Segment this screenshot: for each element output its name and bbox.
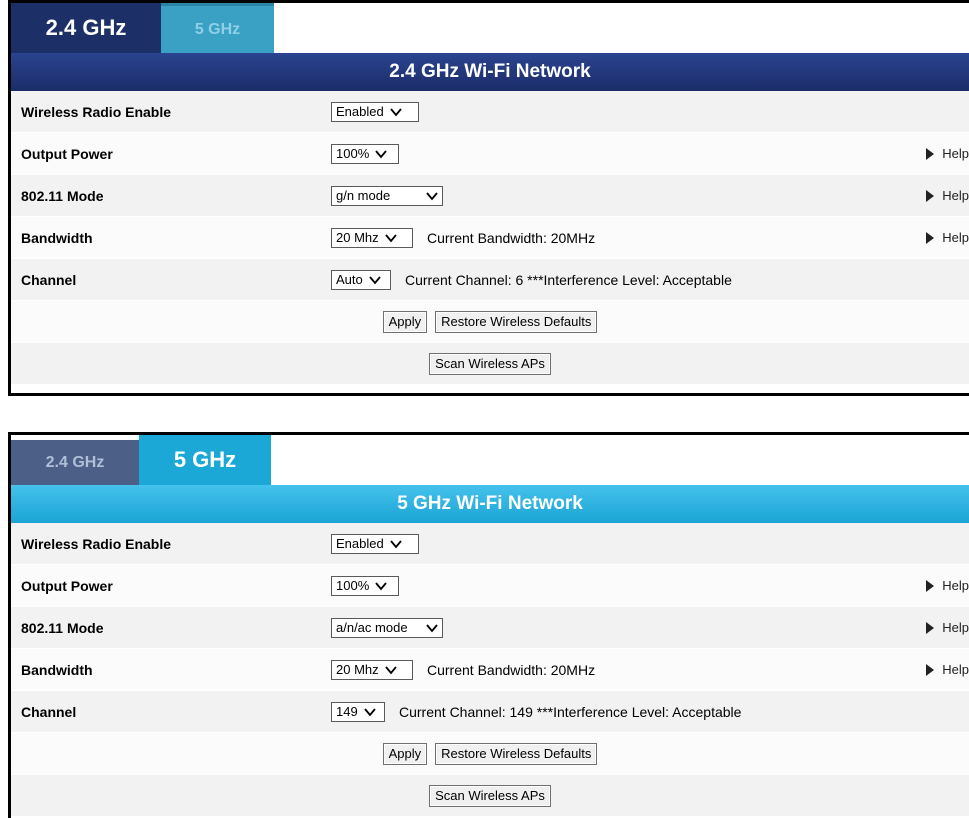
row-channel: Channel Auto Current Channel: 6 ***Inter…: [11, 259, 969, 301]
current-channel-text: Current Channel: 6 ***Interference Level…: [405, 271, 732, 288]
radio-enable-select[interactable]: Enabled: [331, 533, 419, 554]
bandwidth-select[interactable]: 20 Mhz: [331, 659, 413, 680]
output-power-value: 100%: [336, 578, 370, 593]
scan-aps-button[interactable]: Scan Wireless APs: [429, 784, 551, 807]
apply-button[interactable]: Apply: [382, 742, 428, 765]
help-link[interactable]: Help: [926, 146, 969, 161]
radio-enable-value: Enabled: [336, 104, 384, 119]
help-label: Help: [942, 620, 969, 635]
triangle-right-icon: [926, 621, 935, 634]
bandwidth-value: 20 Mhz: [336, 662, 379, 677]
bandwidth-label: Bandwidth: [21, 229, 93, 246]
channel-value: Auto: [336, 272, 363, 287]
row-actions: Apply Restore Wireless Defaults: [11, 301, 969, 343]
help-link[interactable]: Help: [926, 188, 969, 203]
triangle-right-icon: [926, 579, 935, 592]
row-scan: Scan Wireless APs: [11, 775, 969, 817]
help-link[interactable]: Help: [926, 620, 969, 635]
tab-2-4ghz[interactable]: 2.4 GHz: [11, 3, 161, 53]
channel-label: Channel: [21, 703, 77, 720]
bandwidth-label: Bandwidth: [21, 661, 93, 678]
chevron-down-icon: [384, 233, 397, 242]
row-radio-enable: Wireless Radio Enable Enabled: [11, 523, 969, 565]
chevron-down-icon: [375, 149, 387, 158]
mode-label: 802.11 Mode: [21, 187, 104, 204]
radio-enable-value: Enabled: [336, 536, 384, 551]
channel-value: 149: [336, 704, 358, 719]
chevron-down-icon: [426, 623, 438, 632]
tab-2-4ghz[interactable]: 2.4 GHz: [11, 440, 139, 485]
output-power-select[interactable]: 100%: [331, 143, 399, 164]
row-80211-mode: 802.11 Mode g/n mode Help: [11, 175, 969, 217]
row-channel: Channel 149 Current Channel: 149 ***Inte…: [11, 691, 969, 733]
output-power-label: Output Power: [21, 145, 113, 162]
help-link[interactable]: Help: [926, 578, 969, 593]
tab-5ghz[interactable]: 5 GHz: [161, 3, 274, 53]
current-bandwidth-text: Current Bandwidth: 20MHz: [427, 661, 596, 678]
row-scan: Scan Wireless APs: [11, 343, 969, 385]
triangle-right-icon: [926, 189, 935, 202]
band-tabs: 2.4 GHz 5 GHz: [11, 3, 969, 53]
output-power-select[interactable]: 100%: [331, 575, 399, 596]
chevron-down-icon: [375, 581, 387, 590]
help-label: Help: [942, 188, 969, 203]
channel-select[interactable]: Auto: [331, 269, 391, 290]
chevron-down-icon: [390, 539, 402, 548]
chevron-down-icon: [426, 191, 438, 200]
mode-value: a/n/ac mode: [336, 620, 408, 635]
channel-label: Channel: [21, 271, 77, 288]
current-channel-text: Current Channel: 149 ***Interference Lev…: [399, 703, 742, 720]
help-label: Help: [942, 230, 969, 245]
triangle-right-icon: [926, 147, 935, 160]
band-tabs: 2.4 GHz 5 GHz: [11, 435, 969, 485]
help-link[interactable]: Help: [926, 662, 969, 677]
channel-select[interactable]: 149: [331, 701, 385, 722]
chevron-down-icon: [384, 665, 397, 674]
network-header: 2.4 GHz Wi-Fi Network: [11, 53, 969, 91]
help-label: Help: [942, 146, 969, 161]
row-80211-mode: 802.11 Mode a/n/ac mode Help: [11, 607, 969, 649]
mode-select[interactable]: g/n mode: [331, 185, 443, 206]
current-bandwidth-text: Current Bandwidth: 20MHz: [427, 229, 596, 246]
output-power-label: Output Power: [21, 577, 113, 594]
chevron-down-icon: [369, 275, 381, 284]
row-output-power: Output Power 100% Help: [11, 565, 969, 607]
network-header: 5 GHz Wi-Fi Network: [11, 485, 969, 523]
chevron-down-icon: [390, 107, 402, 116]
row-actions: Apply Restore Wireless Defaults: [11, 733, 969, 775]
mode-label: 802.11 Mode: [21, 619, 104, 636]
bandwidth-value: 20 Mhz: [336, 230, 379, 245]
radio-enable-label: Wireless Radio Enable: [21, 535, 172, 552]
row-radio-enable: Wireless Radio Enable Enabled: [11, 91, 969, 133]
row-bandwidth: Bandwidth 20 Mhz Current Bandwidth: 20MH…: [11, 649, 969, 691]
restore-defaults-button[interactable]: Restore Wireless Defaults: [435, 742, 598, 765]
apply-button[interactable]: Apply: [382, 310, 428, 333]
radio-enable-label: Wireless Radio Enable: [21, 103, 172, 120]
row-output-power: Output Power 100% Help: [11, 133, 969, 175]
help-label: Help: [942, 578, 969, 593]
chevron-down-icon: [364, 707, 376, 716]
panel-5ghz: 2.4 GHz 5 GHz 5 GHz Wi-Fi Network Wirele…: [8, 432, 969, 818]
triangle-right-icon: [926, 663, 935, 676]
radio-enable-select[interactable]: Enabled: [331, 101, 419, 122]
help-link[interactable]: Help: [926, 230, 969, 245]
row-bandwidth: Bandwidth 20 Mhz Current Bandwidth: 20MH…: [11, 217, 969, 259]
restore-defaults-button[interactable]: Restore Wireless Defaults: [435, 310, 598, 333]
panel-2-4ghz: 2.4 GHz 5 GHz 2.4 GHz Wi-Fi Network Wire…: [8, 0, 969, 396]
tab-5ghz[interactable]: 5 GHz: [139, 435, 271, 485]
scan-aps-button[interactable]: Scan Wireless APs: [429, 352, 551, 375]
help-label: Help: [942, 662, 969, 677]
bandwidth-select[interactable]: 20 Mhz: [331, 227, 413, 248]
mode-value: g/n mode: [336, 188, 391, 203]
mode-select[interactable]: a/n/ac mode: [331, 617, 443, 638]
triangle-right-icon: [926, 231, 935, 244]
output-power-value: 100%: [336, 146, 370, 161]
